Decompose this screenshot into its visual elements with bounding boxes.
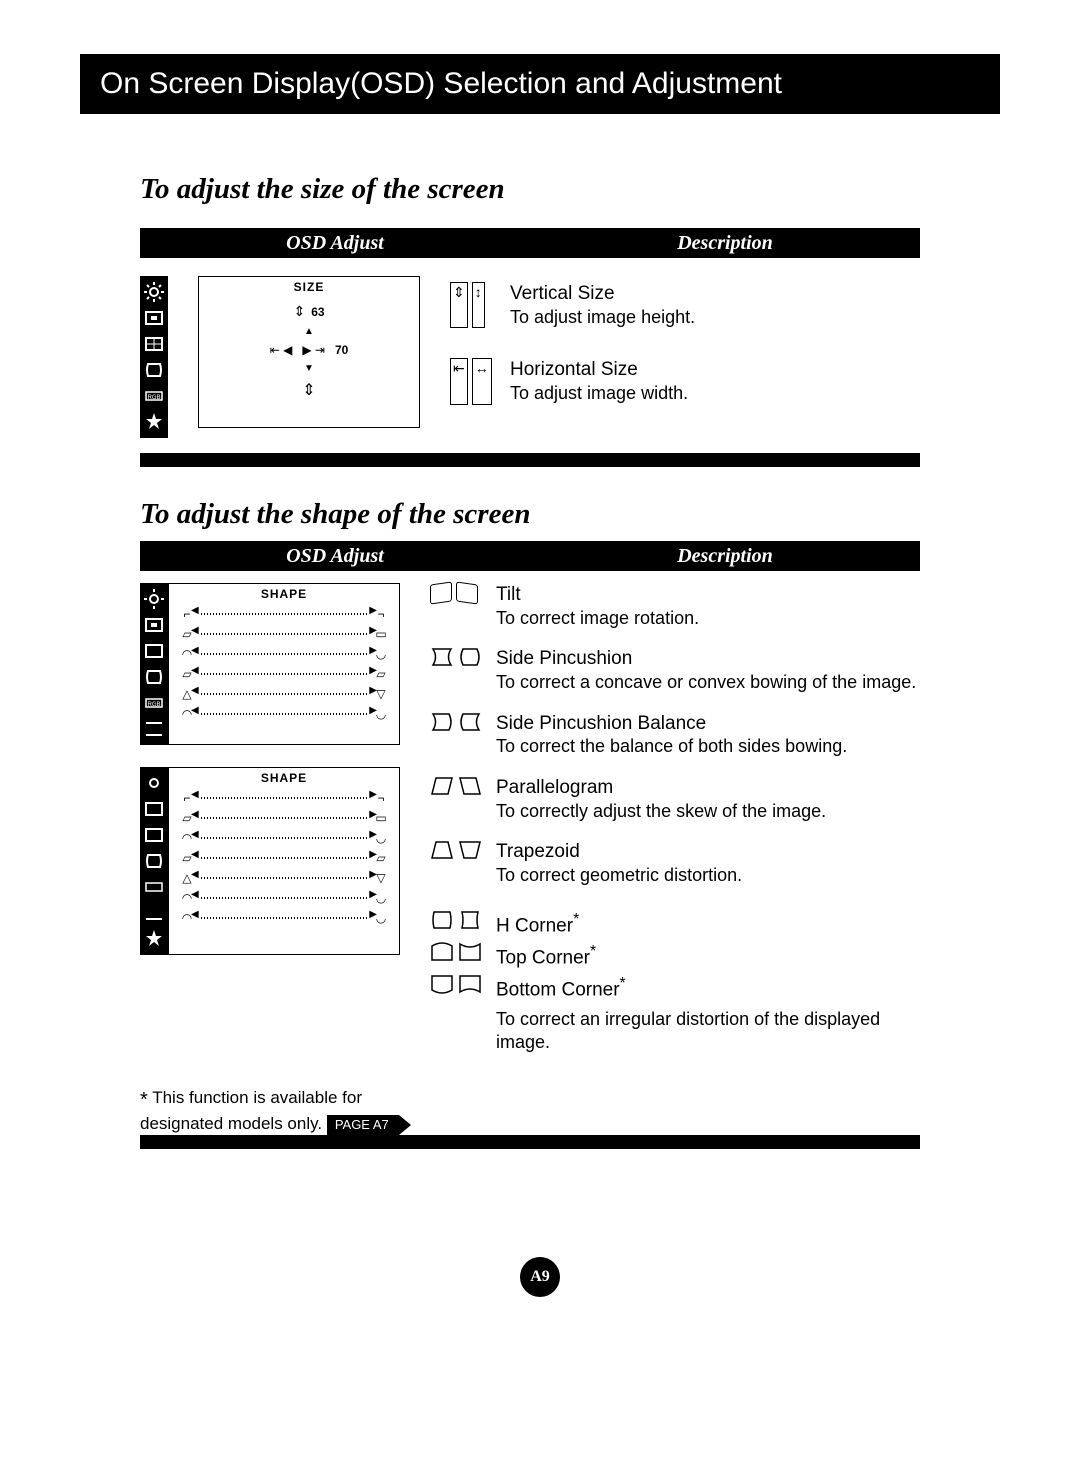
tilt-title: Tilt — [496, 583, 699, 607]
brightness-icon — [142, 587, 166, 611]
osd-sidebar: RGB — [140, 583, 168, 745]
vertical-size-icons: ⇕ ↕ — [450, 282, 500, 328]
bottom-corner-icons — [430, 974, 486, 1002]
page-title-bar: On Screen Display(OSD) Selection and Adj… — [80, 54, 1000, 114]
top-corner-icons — [430, 942, 486, 970]
side-pincushion-title: Side Pincushion — [496, 647, 916, 671]
horizontal-size-icons: ⇤ ↔ — [450, 358, 500, 404]
section1-heading: To adjust the size of the screen — [140, 165, 920, 214]
osd-shape-title-1: SHAPE — [169, 584, 399, 604]
osd-sidebar: RGB — [140, 276, 168, 438]
pincushion-balance-icons — [430, 712, 486, 758]
osd-sidebar — [140, 767, 168, 955]
hsize-inc-icon: ▶ ⇥ — [302, 343, 325, 357]
col-header-osd-adjust: OSD Adjust — [140, 541, 530, 571]
parallelogram-title: Parallelogram — [496, 776, 826, 800]
down-arrow-icon: ▼ — [304, 363, 314, 374]
top-corner-title: Top Corner* — [496, 942, 596, 970]
vertical-size-title: Vertical Size — [510, 282, 695, 306]
section2-column-headers: OSD Adjust Description — [140, 541, 920, 571]
special-icon — [142, 410, 166, 434]
setup-icon — [142, 901, 166, 925]
page-ref-badge: PAGE A7 — [327, 1115, 399, 1136]
brightness-icon — [142, 280, 166, 304]
osd-shape-title-2: SHAPE — [169, 768, 399, 788]
h-corner-icons — [430, 910, 486, 938]
osd-shape-panel-2: SHAPE ⌐¬ ▱▭ ◠◡ ▱▱ △▽ ◠◡ ◠◡ — [168, 767, 400, 955]
osd-size-panel: SIZE ⇕ 63 ▲ ⇤ ◀ ▶ ⇥ 70 ▼ ⇕ — [198, 276, 420, 428]
bottom-corner-title: Bottom Corner* — [496, 974, 626, 1002]
col-header-description: Description — [530, 541, 920, 571]
footnote-star: * — [140, 1089, 148, 1111]
size-icon — [142, 823, 166, 847]
trapezoid-icons — [430, 840, 486, 886]
special-icon — [142, 927, 166, 951]
horizontal-size-title: Horizontal Size — [510, 358, 688, 382]
tilt-icons — [430, 583, 486, 629]
pincushion-balance-body: To correct the balance of both sides bow… — [496, 735, 847, 758]
section2-heading: To adjust the shape of the screen — [140, 490, 920, 539]
shape-icon — [142, 849, 166, 873]
svg-text:RGB: RGB — [147, 702, 160, 708]
hsize-value: 70 — [335, 343, 348, 357]
section-divider — [140, 453, 920, 467]
trapezoid-body: To correct geometric distortion. — [496, 864, 742, 887]
shape-icon — [142, 665, 166, 689]
footnote: * This function is available for designa… — [140, 1087, 400, 1136]
corner-body: To correct an irregular distortion of th… — [496, 1008, 920, 1053]
osd-shape-panel-1: SHAPE ⌐¬ ▱▭ ◠◡ ▱▱ △▽ ◠◡ — [168, 583, 400, 745]
page-title-text: On Screen Display(OSD) Selection and Adj… — [100, 67, 782, 101]
section-divider-bottom — [140, 1135, 920, 1149]
side-pincushion-icons — [430, 647, 486, 693]
brightness-icon — [142, 771, 166, 795]
shape-icon — [142, 358, 166, 382]
trapezoid-title: Trapezoid — [496, 840, 742, 864]
position-icon — [142, 797, 166, 821]
vsize-value: 63 — [311, 305, 324, 319]
vsize-small-icon: ⇕ — [293, 303, 305, 320]
page-number-badge: A9 — [520, 1257, 560, 1297]
rgb-icon — [142, 875, 166, 899]
h-corner-title: H Corner* — [496, 910, 579, 938]
osd-size-title: SIZE — [199, 277, 419, 297]
size-icon — [142, 639, 166, 663]
parallelogram-icons — [430, 776, 486, 822]
col-header-osd-adjust: OSD Adjust — [140, 228, 530, 258]
side-pincushion-body: To correct a concave or convex bowing of… — [496, 671, 916, 694]
vsize-large-icon: ⇕ — [302, 380, 315, 400]
horizontal-size-body: To adjust image width. — [510, 382, 688, 405]
rgb-icon: RGB — [142, 691, 166, 715]
up-arrow-icon: ▲ — [304, 326, 314, 337]
hsize-dec-icon: ⇤ ◀ — [270, 343, 293, 357]
pincushion-balance-title: Side Pincushion Balance — [496, 712, 847, 736]
svg-text:RGB: RGB — [147, 395, 160, 401]
vertical-size-body: To adjust image height. — [510, 306, 695, 329]
tilt-body: To correct image rotation. — [496, 607, 699, 630]
col-header-description: Description — [530, 228, 920, 258]
position-icon — [142, 613, 166, 637]
position-icon — [142, 306, 166, 330]
section1-column-headers: OSD Adjust Description — [140, 228, 920, 258]
rgb-icon: RGB — [142, 384, 166, 408]
size-icon — [142, 332, 166, 356]
parallelogram-body: To correctly adjust the skew of the imag… — [496, 800, 826, 823]
setup-icon — [142, 717, 166, 741]
